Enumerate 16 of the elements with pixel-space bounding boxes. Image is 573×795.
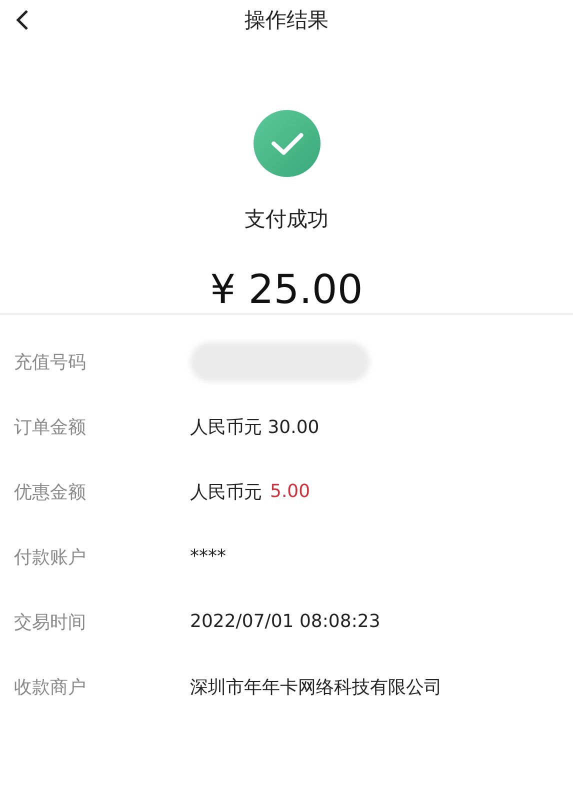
discount-value: 5.00 — [270, 481, 310, 502]
amount-text: ¥ 25.00 — [210, 267, 363, 313]
detail-label: 付款账户 — [14, 546, 87, 568]
back-icon[interactable] — [14, 8, 30, 32]
detail-label: 充值号码 — [14, 350, 87, 374]
detail-value: 深圳市年年卡网络科技有限公司 — [190, 676, 442, 698]
detail-value: 2022/07/01 08:08:23 — [190, 611, 380, 632]
detail-label: 优惠金额 — [14, 480, 87, 504]
detail-value: 人民币元 — [190, 480, 262, 504]
detail-value: 人民币元 30.00 — [190, 416, 320, 438]
page-title: 操作结果 — [244, 7, 328, 34]
detail-label: 收款商户 — [14, 676, 87, 698]
status-text: 支付成功 — [244, 206, 328, 233]
detail-label: 订单金额 — [14, 416, 87, 438]
detail-value: **** — [190, 546, 226, 567]
detail-label: 交易时间 — [14, 610, 87, 634]
